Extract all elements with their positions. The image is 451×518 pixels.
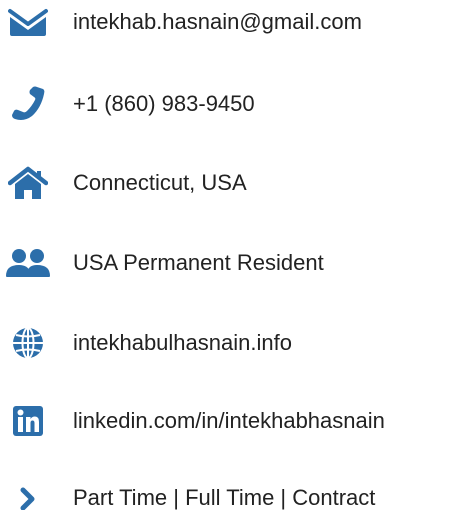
website-link[interactable]: intekhabulhasnain.info: [73, 323, 292, 363]
envelope-icon: [6, 2, 50, 42]
contact-row-employment: Part Time | Full Time | Contract: [0, 478, 451, 518]
users-icon: [6, 243, 50, 283]
home-icon: [6, 163, 50, 203]
contact-list: intekhab.hasnain@gmail.com +1 (860) 983-…: [0, 0, 451, 518]
contact-row-email: intekhab.hasnain@gmail.com: [0, 2, 451, 42]
globe-icon: [6, 323, 50, 363]
contact-row-residency: USA Permanent Resident: [0, 243, 451, 283]
linkedin-link[interactable]: linkedin.com/in/intekhabhasnain: [73, 401, 385, 441]
linkedin-icon: [6, 401, 50, 441]
contact-row-linkedin: linkedin.com/in/intekhabhasnain: [0, 401, 451, 441]
email-link[interactable]: intekhab.hasnain@gmail.com: [73, 2, 362, 42]
contact-row-location: Connecticut, USA: [0, 163, 451, 203]
location-text: Connecticut, USA: [73, 170, 247, 195]
phone-link[interactable]: +1 (860) 983-9450: [73, 84, 255, 124]
phone-icon: [6, 84, 50, 124]
contact-row-phone: +1 (860) 983-9450: [0, 84, 451, 124]
chevron-right-icon: [6, 478, 50, 518]
residency-text: USA Permanent Resident: [73, 250, 324, 275]
contact-row-website: intekhabulhasnain.info: [0, 323, 451, 363]
employment-text: Part Time | Full Time | Contract: [73, 485, 376, 510]
